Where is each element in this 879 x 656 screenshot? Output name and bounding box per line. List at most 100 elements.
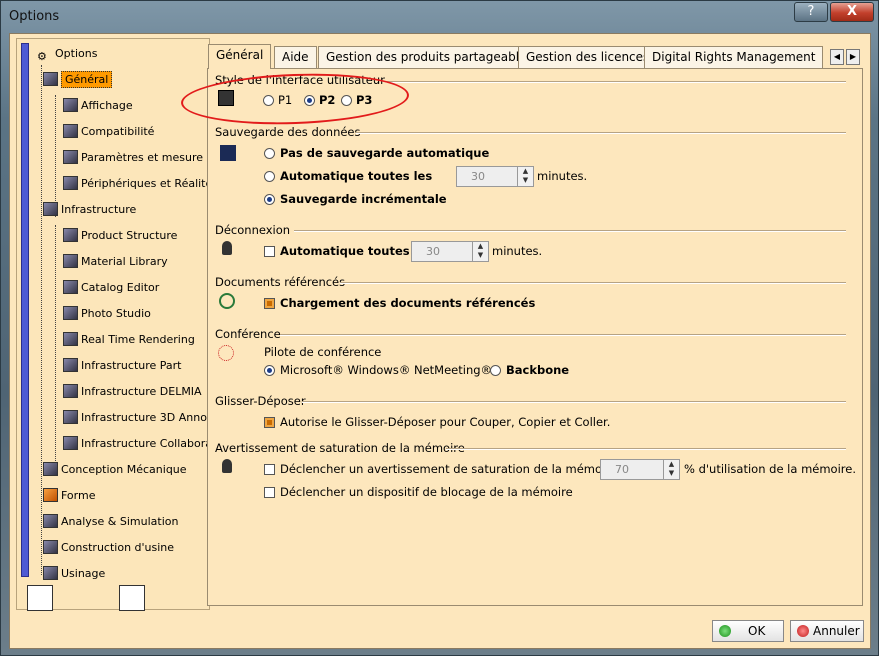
tab-scroll-right-icon[interactable]: ▶ — [846, 49, 860, 65]
tab-gestion-produits[interactable]: Gestion des produits partageables — [318, 46, 541, 68]
tree-item-infrastructure-collabora[interactable]: Infrastructure Collabora — [63, 435, 212, 453]
autosave-minutes-spinner[interactable]: 30 ▲ ▼ — [456, 166, 534, 187]
compatibility-icon — [63, 124, 78, 138]
tree-item-usinage[interactable]: Usinage — [43, 565, 105, 583]
tab-digital-rights[interactable]: Digital Rights Management — [644, 46, 824, 68]
tree-item-general[interactable]: Général — [43, 71, 113, 89]
no-autosave-radio[interactable] — [264, 148, 275, 159]
conference-driver-label: Pilote de conférence — [264, 345, 382, 359]
cancel-button[interactable]: Annuler — [790, 620, 864, 642]
save-section-title: Sauvegarde des données — [215, 125, 361, 139]
parameters-lock-icon[interactable] — [119, 585, 145, 611]
tree-item-photo-studio[interactable]: Photo Studio — [63, 305, 151, 323]
tree-item-material-library[interactable]: Material Library — [63, 253, 168, 271]
tab-scroll-left-icon[interactable]: ◀ — [830, 49, 844, 65]
ok-icon — [719, 625, 731, 637]
tree-connector — [41, 65, 42, 575]
memory-warning-icon — [222, 459, 232, 473]
tree-item-conception-mecanique[interactable]: Conception Mécanique — [43, 461, 187, 479]
memory-percent-value: 70 — [615, 463, 629, 476]
tree-root-options[interactable]: ⚙ Options — [37, 45, 97, 63]
dialog-client: ⚙ Options Général Affichage Compatibilité… — [9, 33, 871, 649]
mechanical-design-icon — [43, 462, 58, 476]
tree-item-analyse-simulation[interactable]: Analyse & Simulation — [43, 513, 178, 531]
tree-item-construction-usine[interactable]: Construction d'usine — [43, 539, 174, 557]
backbone-label: Backbone — [506, 363, 570, 377]
tab-aide[interactable]: Aide — [274, 46, 317, 68]
docs-section-title: Documents référencés — [215, 275, 346, 289]
tree-item-infrastructure-delmia[interactable]: Infrastructure DELMIA — [63, 383, 202, 401]
disconnect-section-title: Déconnexion — [215, 223, 291, 237]
load-referenced-docs-checkbox[interactable] — [264, 298, 275, 309]
tree-item-catalog-editor[interactable]: Catalog Editor — [63, 279, 159, 297]
title-bar: Options ? X — [1, 1, 878, 33]
options-icon: ⚙ — [37, 50, 47, 63]
tree-item-compatibilite[interactable]: Compatibilité — [63, 123, 154, 141]
options-tree: ⚙ Options Général Affichage Compatibilité… — [16, 38, 212, 611]
options-window: Options ? X ⚙ Options Général Affichage C… — [0, 0, 879, 656]
disconnect-minutes-unit: minutes. — [492, 244, 543, 258]
referenced-docs-icon — [219, 293, 235, 309]
devices-icon — [63, 176, 78, 190]
tab-general[interactable]: Général — [208, 44, 272, 69]
help-button[interactable]: ? — [794, 2, 828, 22]
reset-icon[interactable] — [27, 585, 53, 611]
memory-lock-checkbox[interactable] — [264, 487, 275, 498]
memory-lock-label: Déclencher un dispositif de blocage de l… — [280, 485, 573, 499]
conference-icon — [218, 345, 234, 361]
memory-percent-spinner[interactable]: 70 ▲ ▼ — [600, 459, 680, 480]
netmeeting-radio[interactable] — [264, 365, 275, 376]
tree-scrollbar[interactable] — [21, 43, 29, 577]
tree-item-infrastructure-part[interactable]: Infrastructure Part — [63, 357, 181, 375]
ok-button[interactable]: OK — [712, 620, 784, 642]
general-icon — [43, 72, 58, 86]
dragdrop-section-title: Glisser-Déposer — [215, 394, 306, 408]
annotation-icon — [63, 410, 78, 424]
tree-item-parametres[interactable]: Paramètres et mesure — [63, 149, 203, 167]
part-icon — [63, 358, 78, 372]
tab-gestion-licences[interactable]: Gestion des licences — [518, 46, 658, 68]
backbone-radio[interactable] — [490, 365, 501, 376]
infrastructure-icon — [43, 202, 58, 216]
tree-item-peripheriques[interactable]: Périphériques et Réalité — [63, 175, 212, 193]
separator — [446, 448, 846, 450]
display-icon — [63, 98, 78, 112]
photo-studio-icon — [63, 306, 78, 320]
plant-icon — [43, 540, 58, 554]
shape-icon — [43, 488, 58, 502]
spinner-arrows-icon[interactable]: ▲ ▼ — [663, 460, 679, 479]
autosave-radio[interactable] — [264, 171, 275, 182]
tree-item-product-structure[interactable]: Product Structure — [63, 227, 177, 245]
incremental-save-radio[interactable] — [264, 194, 275, 205]
tree-item-affichage[interactable]: Affichage — [63, 97, 133, 115]
disconnect-checkbox[interactable] — [264, 246, 275, 257]
dragdrop-checkbox[interactable] — [264, 417, 275, 428]
window-title: Options — [9, 9, 60, 24]
delmia-icon — [63, 384, 78, 398]
analysis-icon — [43, 514, 58, 528]
save-icon — [220, 145, 236, 161]
spinner-arrows-icon[interactable]: ▲ ▼ — [517, 167, 533, 186]
memory-warning-checkbox[interactable] — [264, 464, 275, 475]
tree-item-real-time-rendering[interactable]: Real Time Rendering — [63, 331, 195, 349]
cancel-icon — [797, 625, 809, 637]
spinner-arrows-icon[interactable]: ▲ ▼ — [472, 242, 488, 261]
load-referenced-docs-label: Chargement des documents référencés — [280, 296, 536, 310]
no-autosave-label: Pas de sauvegarde automatique — [280, 146, 490, 160]
close-button[interactable]: X — [830, 2, 874, 22]
memory-percent-unit: % d'utilisation de la mémoire. — [684, 462, 856, 476]
autosave-minutes-value: 30 — [471, 170, 485, 183]
separator — [356, 132, 846, 134]
disconnect-minutes-spinner[interactable]: 30 ▲ ▼ — [411, 241, 489, 262]
tree-item-infrastructure-3d-annot[interactable]: Infrastructure 3D Annot — [63, 409, 211, 427]
netmeeting-label: Microsoft® Windows® NetMeeting® — [280, 363, 493, 377]
separator — [294, 230, 846, 232]
tab-bar: Général Aide Gestion des produits partag… — [208, 44, 863, 69]
autosave-minutes-unit: minutes. — [537, 169, 588, 183]
separator — [340, 282, 846, 284]
tree-connector — [55, 95, 56, 217]
incremental-save-label: Sauvegarde incrémentale — [280, 192, 447, 206]
tree-item-infrastructure[interactable]: Infrastructure — [43, 201, 136, 219]
memory-section-title: Avertissement de saturation de la mémoir… — [215, 441, 465, 455]
tree-item-forme[interactable]: Forme — [43, 487, 95, 505]
